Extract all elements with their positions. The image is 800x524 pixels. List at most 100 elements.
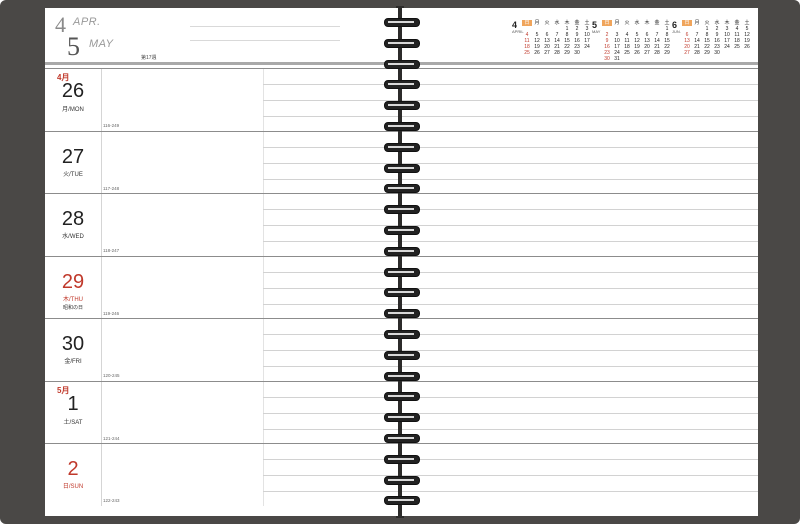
day-count: 118-247 — [103, 248, 120, 253]
ruled-line — [263, 116, 398, 117]
notes-block[interactable] — [402, 318, 758, 381]
mini-day — [742, 50, 752, 56]
day-count: 117-248 — [103, 185, 120, 191]
ruled-line — [263, 412, 398, 414]
notes-block[interactable] — [402, 130, 758, 194]
memo-line — [190, 26, 340, 27]
day-block[interactable]: 29 木/THU 昭和の日 119-246 — [45, 255, 398, 319]
ruled-line — [402, 178, 758, 180]
date-number: 1 — [67, 392, 79, 415]
ruled-line — [402, 350, 758, 351]
day-block[interactable]: 2 日/SUN 122-243 — [45, 443, 398, 506]
date-column: 27 火/TUE — [45, 131, 102, 194]
ruled-line — [263, 162, 398, 164]
ring-hole — [388, 166, 414, 169]
binder-ring — [384, 350, 420, 360]
ruled-line — [402, 162, 758, 164]
mini-day: 26 — [534, 50, 540, 56]
ruled-line — [402, 116, 758, 117]
ring-hole — [388, 395, 414, 398]
ring-hole — [388, 333, 414, 335]
date-number: 2 — [67, 458, 79, 480]
weekday-label: 木/THU — [63, 296, 83, 303]
day-count: 116-249 — [103, 123, 120, 128]
ring-hole — [388, 125, 414, 127]
mini-day — [732, 50, 742, 56]
ruled-line — [402, 412, 758, 414]
day-block[interactable]: 28 水/WED 118-247 — [45, 193, 398, 256]
header-rule — [402, 62, 758, 65]
ruled-line — [402, 491, 758, 492]
ruled-line — [263, 428, 398, 430]
day-block[interactable]: 5月 1 土/SAT 121-244 — [45, 380, 398, 444]
date-number: 27 — [61, 145, 85, 168]
ring-hole — [388, 145, 414, 148]
month-b-name: MAY — [89, 38, 114, 50]
month-a-name: APR. — [73, 16, 101, 28]
month-b-number: 5 — [67, 32, 80, 61]
mini-month-name: MAY — [592, 29, 601, 34]
mini-day: 28 — [554, 50, 560, 56]
ruled-line — [402, 366, 758, 367]
binder-ring — [384, 246, 420, 256]
mini-grid: 日月火水木金土 1 2 3 4 5 6 7 8 9 10 11 12 13 14 15 16 17 18 19 20 21… — [522, 20, 592, 56]
day-block[interactable]: 30 金/FRI 120-245 — [45, 318, 398, 381]
ring-hole — [388, 457, 414, 460]
ruled-line — [263, 396, 398, 398]
week-number: 第17週 — [141, 55, 157, 61]
notes-block[interactable] — [402, 193, 758, 256]
ring-hole — [388, 208, 414, 211]
binder-ring — [384, 184, 420, 194]
notes-block[interactable] — [402, 380, 758, 444]
ring-hole — [388, 416, 414, 419]
ruled-line — [263, 491, 398, 492]
binder-ring — [384, 80, 420, 90]
ring-hole — [388, 83, 414, 86]
ruled-line — [402, 84, 758, 85]
ring-hole — [388, 187, 414, 190]
left-page: 4 APR. 5 MAY 第17週 4月 26 月/MON 116-249 27 火/TU… — [45, 8, 398, 516]
header-rule — [45, 62, 398, 65]
notes-block[interactable] — [402, 68, 758, 131]
ruled-line — [402, 100, 758, 101]
ruled-line — [263, 350, 398, 351]
ring-hole — [388, 291, 414, 294]
binder-ring — [384, 18, 420, 27]
binder-ring — [384, 288, 420, 298]
day-block[interactable]: 27 火/TUE 117-248 — [45, 130, 398, 194]
weekday-label: 土/SAT — [63, 419, 83, 426]
ruled-line — [402, 459, 758, 460]
date-column: 28 水/WED — [45, 194, 102, 256]
binder-ring — [384, 454, 420, 464]
binder-ring — [384, 330, 420, 339]
ring-hole — [388, 499, 414, 502]
ruled-line — [263, 146, 398, 148]
date-column: 2 日/SUN — [45, 444, 102, 506]
ring-hole — [388, 437, 414, 439]
notes-block[interactable] — [402, 255, 758, 319]
notes-block[interactable] — [402, 443, 758, 506]
mini-month-name: JUN. — [672, 29, 681, 34]
ring-hole — [388, 353, 414, 356]
ruled-line — [402, 475, 758, 476]
date-column: 29 木/THU 昭和の日 — [45, 256, 102, 319]
binder-ring — [384, 163, 420, 173]
holiday-label: 昭和の日 — [62, 304, 83, 311]
day-count: 119-246 — [103, 310, 120, 316]
ruled-line — [263, 475, 398, 476]
ruled-line — [263, 271, 398, 273]
binder-ring — [384, 496, 420, 506]
ring-hole — [388, 478, 414, 481]
ruled-line — [402, 241, 758, 242]
binder-ring — [384, 142, 420, 152]
mini-grid: 日月火水木金土 1 2 3 4 5 6 7 8 9 10 11 12 13 14 15 16 17 18 19 20 21… — [602, 20, 672, 62]
day-block[interactable]: 4月 26 月/MON 116-249 — [45, 68, 398, 131]
mini-day: 29 — [704, 50, 710, 56]
date-number: 28 — [61, 208, 85, 230]
month-a-number: 4 — [55, 12, 66, 37]
ring-hole — [388, 21, 414, 23]
binder-ring — [384, 371, 420, 381]
ring-hole — [388, 374, 414, 377]
mini-day — [722, 50, 732, 56]
ring-hole — [388, 229, 414, 231]
